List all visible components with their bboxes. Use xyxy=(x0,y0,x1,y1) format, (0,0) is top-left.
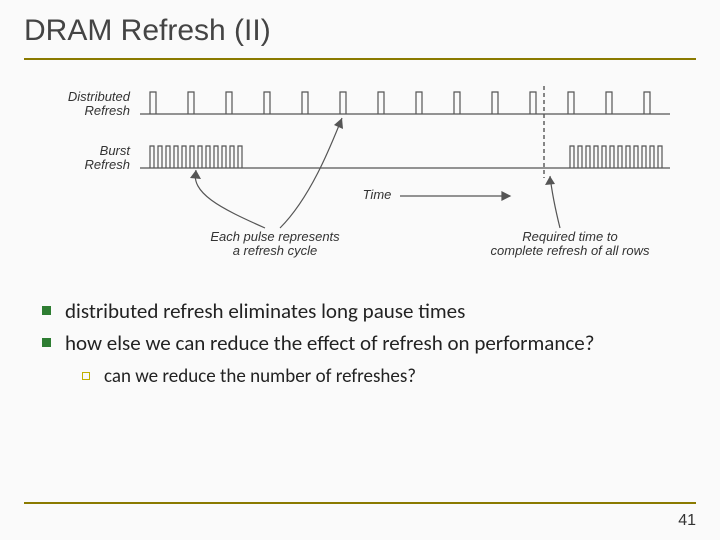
bullet-item: distributed refresh eliminates long paus… xyxy=(42,298,696,324)
sub-bullet-text: can we reduce the number of refreshes? xyxy=(104,365,416,388)
diagram-label-required: Required time tocomplete refresh of all … xyxy=(470,230,670,259)
footer-rule xyxy=(24,502,696,504)
bullet-item: how else we can reduce the effect of ref… xyxy=(42,330,696,356)
diagram-label-time: Time xyxy=(354,188,400,202)
sub-bullet-marker-icon xyxy=(82,372,90,380)
diagram-label-burst: BurstRefresh xyxy=(76,144,130,173)
bullet-text: distributed refresh eliminates long paus… xyxy=(65,298,465,324)
slide-title: DRAM Refresh (II) xyxy=(24,14,696,56)
bullet-text: how else we can reduce the effect of ref… xyxy=(65,330,594,356)
page-number: 41 xyxy=(678,512,696,530)
diagram-label-distributed: DistributedRefresh xyxy=(50,90,130,119)
bullet-list: distributed refresh eliminates long paus… xyxy=(42,298,696,388)
diagram-label-pulse: Each pulse representsa refresh cycle xyxy=(190,230,360,259)
bullet-marker-icon xyxy=(42,338,51,347)
sub-bullet-item: can we reduce the number of refreshes? xyxy=(82,365,696,388)
bullet-marker-icon xyxy=(42,306,51,315)
title-underline xyxy=(24,58,696,60)
timing-diagram: DistributedRefresh BurstRefresh Time Eac… xyxy=(40,78,680,278)
